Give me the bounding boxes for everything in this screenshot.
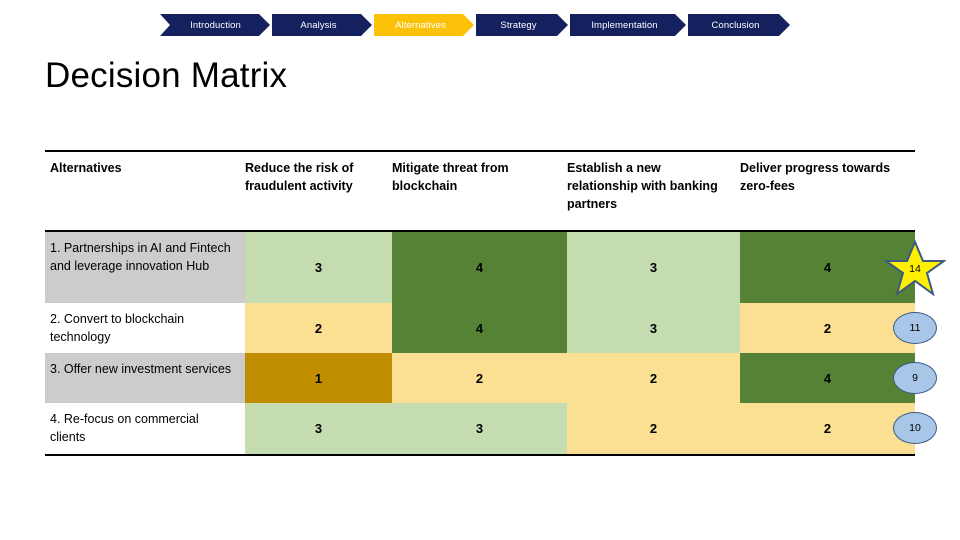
total-score-oval-badge: 10 — [893, 412, 937, 444]
score-cell: 3 — [567, 232, 740, 303]
row-label: 4. Re-focus on commercial clients — [45, 403, 245, 454]
score-cell: 4 — [392, 303, 567, 353]
table-row: 2. Convert to blockchain technology 2 4 3 2 1… — [45, 303, 937, 353]
column-header-reduce-risk: Reduce the risk of fraudulent activity — [245, 161, 354, 194]
column-header-alternatives: Alternatives — [50, 161, 122, 175]
nav-item-label: Strategy — [500, 19, 537, 31]
nav-item-strategy[interactable]: Strategy — [476, 14, 568, 36]
column-header-mitigate-threat: Mitigate threat from blockchain — [392, 161, 509, 194]
total-score-value: 14 — [909, 263, 921, 275]
table-row: 4. Re-focus on commercial clients 3 3 2 2 10 — [45, 403, 937, 454]
score-cell: 3 — [245, 403, 392, 454]
page-title: Decision Matrix — [45, 56, 288, 95]
nav-item-conclusion[interactable]: Conclusion — [688, 14, 790, 36]
nav-item-label: Implementation — [591, 19, 658, 31]
decision-matrix-table: Alternatives Reduce the risk of fraudule… — [45, 150, 946, 456]
total-score-oval-badge: 11 — [893, 312, 937, 344]
table-row: 3. Offer new investment services 1 2 2 4 9 — [45, 353, 937, 403]
score-cell: 3 — [245, 232, 392, 303]
score-cell: 1 — [245, 353, 392, 403]
row-label: 1. Partnerships in AI and Fintech and le… — [45, 232, 245, 303]
score-cell: 2 — [740, 403, 915, 454]
score-cell: 4 — [740, 353, 915, 403]
nav-item-introduction[interactable]: Introduction — [160, 14, 270, 36]
nav-item-alternatives[interactable]: Alternatives — [374, 14, 474, 36]
score-cell: 2 — [392, 353, 567, 403]
table-header-row: Alternatives Reduce the risk of fraudule… — [45, 152, 915, 230]
score-cell: 2 — [567, 353, 740, 403]
total-score-star-badge: 14 — [884, 240, 946, 298]
score-cell: 4 — [392, 232, 567, 303]
score-cell: 2 — [245, 303, 392, 353]
table-row: 1. Partnerships in AI and Fintech and le… — [45, 232, 946, 303]
total-score-oval-badge: 9 — [893, 362, 937, 394]
column-header-deliver-progress: Deliver progress towards zero-fees — [740, 161, 891, 194]
score-cell: 2 — [567, 403, 740, 454]
nav-item-analysis[interactable]: Analysis — [272, 14, 372, 36]
table-bottom-rule — [45, 454, 915, 456]
row-label: 2. Convert to blockchain technology — [45, 303, 245, 353]
score-cell: 3 — [392, 403, 567, 454]
nav-item-implementation[interactable]: Implementation — [570, 14, 686, 36]
score-cell: 2 — [740, 303, 915, 353]
nav-item-label: Analysis — [300, 19, 337, 31]
nav-item-label: Introduction — [190, 19, 241, 31]
column-header-establish-relationship: Establish a new relationship with bankin… — [567, 161, 718, 212]
nav-item-label: Alternatives — [395, 19, 446, 31]
breadcrumb-nav: Introduction Analysis Alternatives Strategy… — [160, 14, 792, 36]
table-body: 1. Partnerships in AI and Fintech and le… — [45, 232, 946, 454]
score-cell: 3 — [567, 303, 740, 353]
nav-item-label: Conclusion — [711, 19, 760, 31]
row-label: 3. Offer new investment services — [45, 353, 245, 403]
